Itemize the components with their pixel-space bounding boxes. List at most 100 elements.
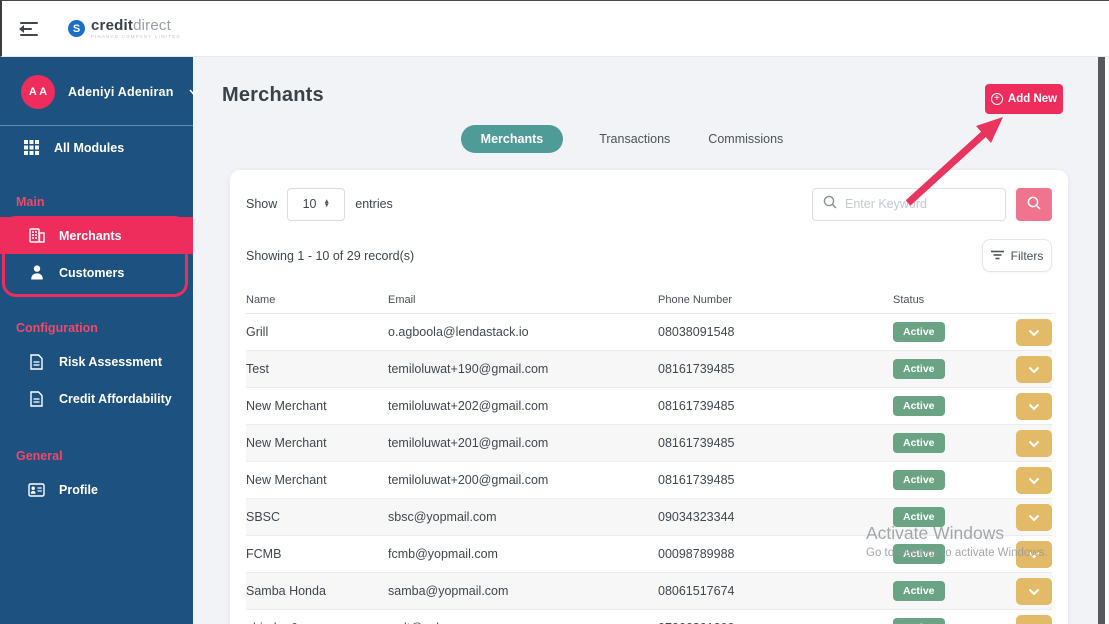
page-size-select[interactable]: 10 ▲ ▼ (287, 187, 346, 221)
brand-logo: S creditdirect FINANCE COMPANY LIMITED (68, 18, 181, 40)
table-header-row: Name Email Phone Number Status (246, 286, 1052, 314)
merchants-table: Name Email Phone Number Status Grill o.a… (246, 286, 1052, 624)
table-row: Grill o.agboola@lendastack.io 0803809154… (246, 314, 1052, 351)
chevron-down-icon (188, 83, 199, 101)
sidebar-item-label: Credit Affordability (59, 391, 172, 406)
row-actions-button[interactable] (1016, 392, 1052, 420)
brand-name-bold: credit (91, 16, 134, 34)
row-actions-button[interactable] (1016, 503, 1052, 531)
search-icon (1027, 196, 1041, 213)
cell-email: temiloluwat+201@gmail.com (388, 436, 549, 450)
column-header-name: Name (246, 293, 276, 306)
sidebar-item-merchants[interactable]: Merchants (0, 217, 193, 254)
row-actions-button[interactable] (1016, 614, 1052, 624)
status-badge: Active (893, 322, 945, 342)
cell-name: New Merchant (246, 399, 327, 413)
id-card-icon (28, 482, 45, 497)
table-row: Samba Honda samba@yopmail.com 0806151767… (246, 573, 1052, 610)
status-badge: Active (893, 581, 945, 601)
cell-phone: 08161739485 (658, 399, 735, 413)
sidebar-item-customers[interactable]: Customers (0, 254, 193, 291)
search-button[interactable] (1016, 187, 1052, 221)
chevron-down-icon (1028, 325, 1040, 340)
row-actions-button[interactable] (1016, 318, 1052, 346)
filters-button[interactable]: Filters (982, 239, 1052, 272)
sidebar-item-credit-affordability[interactable]: Credit Affordability (0, 380, 193, 417)
user-menu[interactable]: A A Adeniyi Adeniran (0, 57, 199, 125)
cell-phone: 08161739485 (658, 436, 735, 450)
chevron-down-icon (1028, 621, 1040, 624)
sidebar-collapse-icon[interactable] (19, 18, 46, 40)
avatar: A A (21, 75, 55, 109)
cell-email: o.agboola@lendastack.io (388, 325, 529, 339)
sidebar-item-all-modules[interactable]: All Modules (0, 126, 193, 169)
section-label-general: General (16, 449, 63, 463)
person-icon (28, 265, 45, 280)
column-header-phone: Phone Number (658, 293, 732, 306)
column-header-email: Email (388, 293, 416, 306)
table-body: Grill o.agboola@lendastack.io 0803809154… (246, 314, 1052, 624)
cell-phone: 08061517674 (658, 584, 735, 598)
cell-phone: 00098789988 (658, 547, 735, 561)
sidebar-item-label: Merchants (59, 228, 122, 243)
merchants-card: Show 10 ▲ ▼ entries Enter Keyword Showin… (230, 170, 1068, 624)
tab-merchants[interactable]: Merchants (460, 125, 564, 153)
table-row: SBSC sbsc@yopmail.com 09034323344 Active (246, 499, 1052, 536)
cell-email: fcmb@yopmail.com (388, 547, 498, 561)
all-modules-label: All Modules (54, 140, 125, 155)
tab-transactions[interactable]: Transactions (597, 125, 672, 153)
sidebar-item-profile[interactable]: Profile (0, 471, 193, 508)
user-name: Adeniyi Adeniran (68, 85, 174, 99)
cell-phone: 09034323344 (658, 510, 735, 524)
cell-name: FCMB (246, 547, 282, 561)
sidebar-item-label: Risk Assessment (59, 354, 163, 369)
section-label-configuration: Configuration (16, 321, 98, 335)
document-icon (28, 353, 45, 370)
tabs: Merchants Transactions Commissions (193, 125, 1053, 153)
row-actions-button[interactable] (1016, 355, 1052, 383)
add-new-button[interactable]: + Add New (985, 84, 1063, 114)
status-badge: Active (893, 396, 945, 416)
sidebar-item-label: Profile (59, 482, 98, 497)
plus-circle-icon: + (990, 93, 1003, 105)
table-row: New Merchant temiloluwat+202@gmail.com 0… (246, 388, 1052, 425)
row-actions-button[interactable] (1016, 429, 1052, 457)
table-row: abiodun&co welt@yahoo.com 07066301090 Ac… (246, 610, 1052, 624)
sidebar: A A Adeniyi Adeniran All Modules Main Me… (0, 57, 199, 624)
chevron-down-icon (1028, 473, 1040, 488)
tab-commissions[interactable]: Commissions (706, 125, 785, 153)
cell-email: sbsc@yopmail.com (388, 510, 497, 524)
chevron-down-icon (1028, 584, 1040, 599)
row-actions-button[interactable] (1016, 577, 1052, 605)
cell-name: New Merchant (246, 436, 327, 450)
status-badge: Active (893, 433, 945, 453)
chevron-down-icon (1028, 436, 1040, 451)
cell-name: New Merchant (246, 473, 327, 487)
cell-email: temiloluwat+190@gmail.com (388, 362, 549, 376)
sidebar-item-risk-assessment[interactable]: Risk Assessment (0, 343, 193, 380)
column-header-status: Status (893, 293, 925, 306)
cell-phone: 08038091548 (658, 325, 735, 339)
status-badge: Active (893, 507, 945, 527)
cell-phone: 08161739485 (658, 362, 735, 376)
search-input[interactable] (845, 197, 995, 211)
brand-tagline: FINANCE COMPANY LIMITED (91, 33, 181, 39)
chevron-down-icon (1028, 547, 1040, 562)
cell-email: samba@yopmail.com (388, 584, 509, 598)
section-label-main: Main (16, 195, 45, 209)
vertical-scrollbar[interactable] (1098, 57, 1105, 624)
cell-name: Test (246, 362, 269, 376)
cell-name: Grill (246, 325, 269, 339)
row-actions-button[interactable] (1016, 540, 1052, 568)
status-badge: Active (893, 618, 945, 624)
entries-label: entries (355, 197, 393, 211)
table-row: New Merchant temiloluwat+201@gmail.com 0… (246, 425, 1052, 462)
brand-name-light: direct (133, 16, 171, 34)
sidebar-item-label: Customers (59, 265, 125, 280)
page-title: Merchants (222, 84, 324, 106)
add-new-label: Add New (1007, 93, 1058, 105)
status-badge: Active (893, 544, 945, 564)
row-actions-button[interactable] (1016, 466, 1052, 494)
building-icon (28, 228, 45, 243)
search-field (812, 187, 1006, 221)
